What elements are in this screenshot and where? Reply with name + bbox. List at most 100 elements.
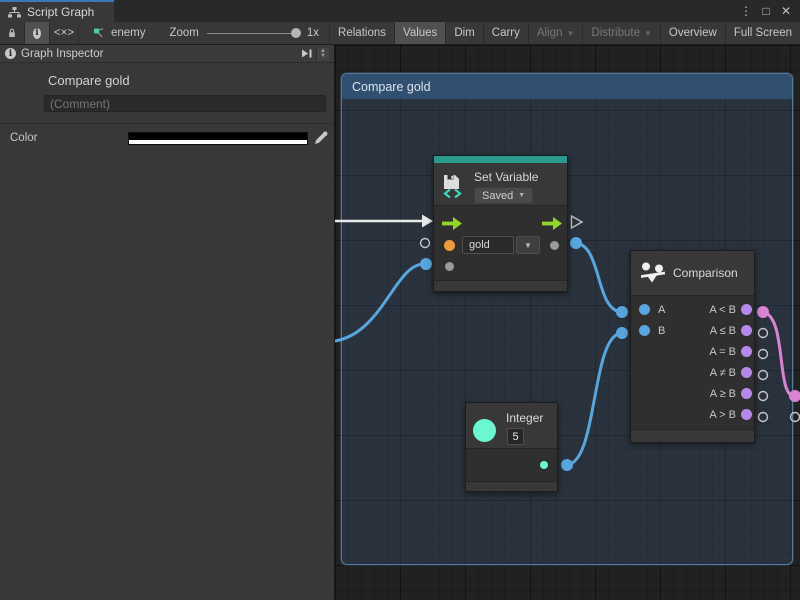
port-row: B A ≤ B (631, 320, 754, 341)
values-label: Values (403, 27, 437, 39)
carry-toggle[interactable]: Carry (484, 22, 529, 44)
node-header[interactable]: Set Variable Saved ▼ (434, 163, 567, 206)
color-field-row: Color (0, 131, 334, 145)
relations-toggle[interactable]: Relations (330, 22, 395, 44)
output-a-lte-b-port[interactable] (741, 325, 752, 336)
node-header[interactable]: Comparison (631, 251, 754, 296)
flow-out-port[interactable] (542, 217, 562, 230)
overview-label: Overview (669, 27, 717, 39)
flow-out-triangle-port[interactable] (572, 216, 583, 228)
wire-end-port[interactable] (420, 258, 432, 270)
port-row: A > B (631, 404, 754, 425)
values-toggle[interactable]: Values (395, 22, 446, 44)
wire-setvar-to-a[interactable] (576, 243, 621, 312)
color-swatch[interactable] (128, 132, 308, 145)
unconnected-port[interactable] (759, 350, 768, 359)
code-preview-label: <×> (54, 27, 74, 39)
unconnected-port[interactable] (759, 413, 768, 422)
alpha-bar (129, 140, 307, 144)
overview-button[interactable]: Overview (661, 22, 726, 44)
node-header[interactable]: Integer 5 (466, 403, 557, 449)
lock-button[interactable] (0, 22, 25, 44)
graph-inspector-title: Graph Inspector (21, 48, 103, 60)
variable-name-port[interactable] (444, 240, 455, 251)
variable-name-value[interactable]: gold (462, 236, 514, 254)
node-comparison[interactable]: Comparison A A < B B A ≤ B (630, 250, 755, 443)
zoom-value: 1x (307, 27, 319, 39)
chevron-down-icon: ▼ (516, 236, 540, 254)
output-a-less-b-port[interactable] (741, 304, 752, 315)
integer-value-input[interactable]: 5 (507, 428, 524, 445)
graph-inspector-header: i Graph Inspector ▲▼ (0, 45, 334, 63)
port-row: A ≥ B (631, 383, 754, 404)
wire-value-in[interactable] (335, 264, 424, 341)
unconnected-port[interactable] (791, 413, 800, 422)
unconnected-port[interactable] (759, 392, 768, 401)
zoom-slider[interactable] (207, 28, 299, 38)
node-integer[interactable]: Integer 5 (465, 402, 558, 492)
node-accent-bar (434, 156, 567, 163)
unconnected-port[interactable] (759, 371, 768, 380)
wire-end-port[interactable] (616, 327, 628, 339)
output-label: A ≥ B (710, 388, 736, 400)
maximize-icon[interactable]: □ (758, 4, 774, 18)
graph-canvas[interactable]: Compare gold (335, 45, 800, 600)
variable-kind-label: Saved (482, 190, 513, 202)
fullscreen-button[interactable]: Full Screen (726, 22, 800, 44)
output-a-eq-b-port[interactable] (741, 346, 752, 357)
wire-end-port[interactable] (561, 459, 573, 471)
wire-end-port[interactable] (789, 390, 800, 402)
output-a-gt-b-port[interactable] (741, 409, 752, 420)
eyedropper-button[interactable] (314, 131, 328, 145)
dock-panel-icon[interactable] (301, 49, 313, 58)
window-menu-icon[interactable]: ⋮ (738, 4, 754, 18)
node-title: Integer (506, 411, 543, 425)
graph-tab-icon (8, 7, 21, 18)
comparison-icon (641, 262, 665, 284)
divider (0, 123, 334, 124)
node-footer (466, 481, 557, 491)
node-set-variable[interactable]: Set Variable Saved ▼ (433, 155, 568, 292)
align-label: Align (537, 27, 563, 39)
output-a-neq-b-port[interactable] (741, 367, 752, 378)
tab-script-graph[interactable]: Script Graph (0, 0, 114, 22)
align-dropdown[interactable]: Align▼ (529, 22, 584, 44)
node-footer (631, 429, 754, 442)
output-a-gte-b-port[interactable] (741, 388, 752, 399)
node-body: A A < B B A ≤ B A = B (631, 296, 754, 425)
output-label: A > B (709, 409, 736, 421)
distribute-dropdown[interactable]: Distribute ▼ (583, 22, 661, 44)
panel-spinner[interactable]: ▲▼ (316, 48, 329, 60)
comment-input[interactable] (44, 95, 326, 112)
graph-reference-label: enemy (111, 27, 146, 39)
relations-label: Relations (338, 27, 386, 39)
input-a-port[interactable] (639, 304, 650, 315)
unconnected-port[interactable] (421, 239, 430, 248)
wire-end-port[interactable] (757, 306, 769, 318)
input-b-port[interactable] (639, 325, 650, 336)
wire-end-port[interactable] (616, 306, 628, 318)
value-out-port[interactable] (550, 241, 559, 250)
close-icon[interactable]: ✕ (778, 4, 794, 18)
chevron-down-icon: ▼ (644, 29, 652, 38)
graph-title: Compare gold (48, 73, 334, 88)
distribute-label: Distribute (591, 27, 640, 39)
wire-end-port[interactable] (570, 237, 582, 249)
output-label: A = B (709, 346, 736, 358)
variable-name-dropdown[interactable]: gold ▼ (462, 236, 540, 254)
window-controls: ⋮ □ ✕ (738, 0, 800, 22)
carry-label: Carry (492, 27, 520, 39)
dim-toggle[interactable]: Dim (446, 22, 483, 44)
wire-integer-to-b[interactable] (567, 333, 621, 465)
unconnected-port[interactable] (759, 329, 768, 338)
zoom-label: Zoom (169, 27, 198, 39)
graph-reference-button[interactable]: enemy (79, 22, 160, 44)
graph-inspector-panel: i Graph Inspector ▲▼ Compare gold Color (0, 45, 335, 600)
code-preview-button[interactable]: <×> (50, 22, 79, 44)
value-in-port[interactable] (445, 262, 454, 271)
flow-in-port[interactable] (442, 217, 462, 230)
integer-out-port[interactable] (540, 461, 548, 469)
zoom-slider-knob[interactable] (291, 28, 301, 38)
inspect-toggle-button[interactable]: i (25, 22, 50, 44)
variable-kind-dropdown[interactable]: Saved ▼ (474, 187, 533, 204)
